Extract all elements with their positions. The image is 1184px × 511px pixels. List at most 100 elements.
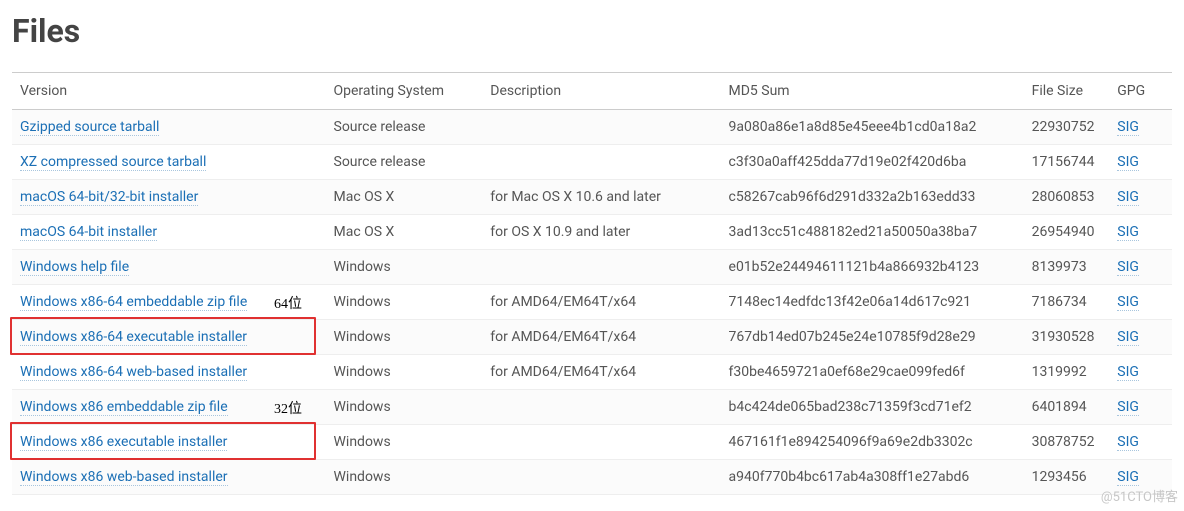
- gpg-sig-link[interactable]: SIG: [1117, 434, 1139, 451]
- cell-os: Source release: [326, 145, 483, 180]
- cell-description: for OS X 10.9 and later: [482, 215, 720, 250]
- cell-md5: 3ad13cc51c488182ed21a50050a38ba7: [721, 215, 1024, 250]
- gpg-sig-link[interactable]: SIG: [1117, 189, 1139, 206]
- cell-version: Windows x86-64 executable installer: [12, 320, 326, 355]
- cell-md5: 9a080a86e1a8d85e45eee4b1cd0a18a2: [721, 110, 1024, 145]
- col-header-gpg: GPG: [1109, 73, 1172, 110]
- cell-filesize: 7186734: [1024, 285, 1110, 320]
- cell-md5: a940f770b4bc617ab4a308ff1e27abd6: [721, 460, 1024, 495]
- cell-description: [482, 390, 720, 425]
- table-row: Windows help file Windows e01b52e244946111…: [12, 250, 1172, 285]
- gpg-sig-link[interactable]: SIG: [1117, 364, 1139, 381]
- version-link[interactable]: macOS 64-bit/32-bit installer: [20, 189, 198, 206]
- version-link[interactable]: Windows x86 web-based installer: [20, 469, 228, 486]
- cell-description: for AMD64/EM64T/x64: [482, 355, 720, 390]
- version-link[interactable]: Windows help file: [20, 259, 129, 276]
- cell-version: macOS 64-bit/32-bit installer: [12, 180, 326, 215]
- cell-description: [482, 425, 720, 460]
- cell-os: Windows: [326, 460, 483, 495]
- table-row: Windows x86 executable installer Windows 4…: [12, 425, 1172, 460]
- cell-version: Gzipped source tarball: [12, 110, 326, 145]
- cell-filesize: 8139973: [1024, 250, 1110, 285]
- cell-filesize: 1293456: [1024, 460, 1110, 495]
- cell-gpg: SIG: [1109, 250, 1172, 285]
- version-link[interactable]: Windows x86-64 web-based installer: [20, 364, 247, 381]
- table-row: XZ compressed source tarball Source relea…: [12, 145, 1172, 180]
- gpg-sig-link[interactable]: SIG: [1117, 329, 1139, 346]
- cell-os: Windows: [326, 355, 483, 390]
- version-link[interactable]: XZ compressed source tarball: [20, 154, 206, 171]
- cell-gpg: SIG: [1109, 110, 1172, 145]
- table-row: Windows x86 embeddable zip fileWindowsb4…: [12, 390, 1172, 425]
- col-header-version: Version: [12, 73, 326, 110]
- gpg-sig-link[interactable]: SIG: [1117, 399, 1139, 416]
- cell-md5: 7148ec14edfdc13f42e06a14d617c921: [721, 285, 1024, 320]
- gpg-sig-link[interactable]: SIG: [1117, 259, 1139, 276]
- cell-gpg: SIG: [1109, 180, 1172, 215]
- cell-gpg: SIG: [1109, 145, 1172, 180]
- cell-os: Windows: [326, 320, 483, 355]
- cell-os: Windows: [326, 390, 483, 425]
- table-row: Windows x86-64 web-based installer Window…: [12, 355, 1172, 390]
- gpg-sig-link[interactable]: SIG: [1117, 294, 1139, 311]
- cell-description: [482, 145, 720, 180]
- table-row: Windows x86-64 embeddable zip file Window…: [12, 285, 1172, 320]
- cell-os: Windows: [326, 285, 483, 320]
- cell-gpg: SIG: [1109, 425, 1172, 460]
- cell-filesize: 31930528: [1024, 320, 1110, 355]
- cell-os: Mac OS X: [326, 215, 483, 250]
- cell-filesize: 26954940: [1024, 215, 1110, 250]
- cell-version: Windows help file: [12, 250, 326, 285]
- cell-version: Windows x86 web-based installer: [12, 460, 326, 495]
- gpg-sig-link[interactable]: SIG: [1117, 119, 1139, 136]
- gpg-sig-link[interactable]: SIG: [1117, 224, 1139, 241]
- cell-description: [482, 110, 720, 145]
- cell-os: Mac OS X: [326, 180, 483, 215]
- table-row: macOS 64-bit installer Mac OS Xfor OS X 1…: [12, 215, 1172, 250]
- cell-gpg: SIG: [1109, 355, 1172, 390]
- annotation-64bit: 64位: [274, 293, 302, 313]
- cell-md5: 467161f1e894254096f9a69e2db3302c: [721, 425, 1024, 460]
- version-link[interactable]: Windows x86-64 executable installer: [20, 329, 247, 346]
- cell-filesize: 22930752: [1024, 110, 1110, 145]
- cell-version: macOS 64-bit installer: [12, 215, 326, 250]
- version-link[interactable]: macOS 64-bit installer: [20, 224, 157, 241]
- table-row: Windows x86-64 executable installer Windo…: [12, 320, 1172, 355]
- cell-filesize: 28060853: [1024, 180, 1110, 215]
- version-link[interactable]: Windows x86 executable installer: [20, 434, 227, 451]
- cell-filesize: 1319992: [1024, 355, 1110, 390]
- cell-md5: e01b52e24494611121b4a866932b4123: [721, 250, 1024, 285]
- col-header-md5: MD5 Sum: [721, 73, 1024, 110]
- version-link[interactable]: Gzipped source tarball: [20, 119, 159, 136]
- cell-os: Source release: [326, 110, 483, 145]
- cell-md5: f30be4659721a0ef68e29cae099fed6f: [721, 355, 1024, 390]
- cell-md5: 767db14ed07b245e24e10785f9d28e29: [721, 320, 1024, 355]
- cell-os: Windows: [326, 425, 483, 460]
- cell-version: Windows x86 executable installer: [12, 425, 326, 460]
- col-header-size: File Size: [1024, 73, 1110, 110]
- col-header-os: Operating System: [326, 73, 483, 110]
- gpg-sig-link[interactable]: SIG: [1117, 154, 1139, 171]
- cell-gpg: SIG: [1109, 390, 1172, 425]
- cell-gpg: SIG: [1109, 215, 1172, 250]
- cell-description: [482, 250, 720, 285]
- table-row: Windows x86 web-based installer Windows a9…: [12, 460, 1172, 495]
- col-header-desc: Description: [482, 73, 720, 110]
- annotation-32bit: 32位: [274, 398, 302, 418]
- cell-os: Windows: [326, 250, 483, 285]
- cell-md5: c3f30a0aff425dda77d19e02f420d6ba: [721, 145, 1024, 180]
- gpg-sig-link[interactable]: SIG: [1117, 469, 1139, 486]
- cell-version: XZ compressed source tarball: [12, 145, 326, 180]
- cell-filesize: 6401894: [1024, 390, 1110, 425]
- page-title: Files: [12, 12, 1172, 50]
- cell-md5: c58267cab96f6d291d332a2b163edd33: [721, 180, 1024, 215]
- version-link[interactable]: Windows x86 embeddable zip file: [20, 399, 228, 416]
- table-row: Gzipped source tarball Source release 9a08…: [12, 110, 1172, 145]
- cell-filesize: 30878752: [1024, 425, 1110, 460]
- version-link[interactable]: Windows x86-64 embeddable zip file: [20, 294, 247, 311]
- cell-description: for Mac OS X 10.6 and later: [482, 180, 720, 215]
- table-row: macOS 64-bit/32-bit installer Mac OS Xfor…: [12, 180, 1172, 215]
- cell-description: for AMD64/EM64T/x64: [482, 320, 720, 355]
- table-header-row: Version Operating System Description MD5…: [12, 73, 1172, 110]
- files-table: Version Operating System Description MD5…: [12, 72, 1172, 495]
